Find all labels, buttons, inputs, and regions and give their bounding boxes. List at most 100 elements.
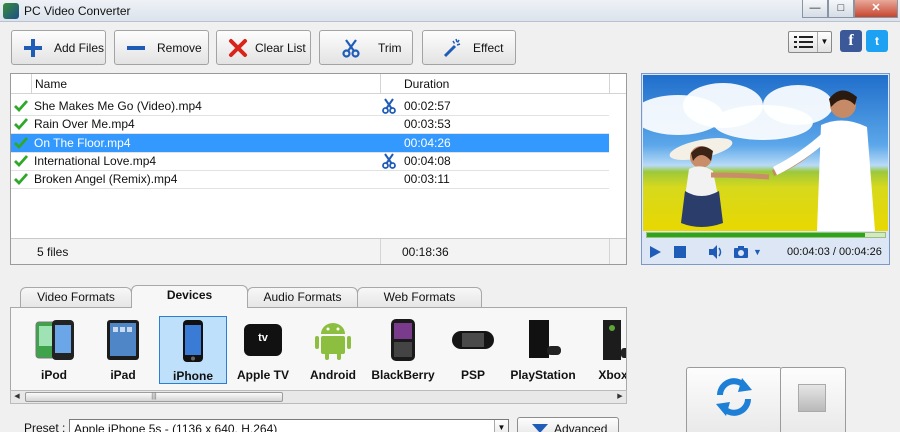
ipod-icon: [35, 320, 74, 360]
check-icon[interactable]: [13, 153, 29, 169]
column-divider[interactable]: [380, 74, 381, 94]
clear-list-button[interactable]: Clear List: [216, 30, 311, 65]
row-divider: [11, 188, 609, 189]
triangle-down-icon: [532, 424, 548, 432]
file-name: Rain Over Me.mp4: [34, 117, 135, 131]
file-list-header: Name Duration: [11, 74, 626, 94]
minus-icon: [125, 37, 147, 59]
volume-icon[interactable]: [708, 244, 724, 260]
file-count: 5 files: [37, 245, 69, 259]
blackberry-icon: [391, 319, 415, 361]
playback-time: 00:04:03 / 00:04:26: [787, 246, 882, 258]
snapshot-dropdown-icon[interactable]: ▼: [753, 247, 762, 257]
tab-video-formats[interactable]: Video Formats: [20, 287, 132, 307]
trim-button[interactable]: Trim: [319, 30, 413, 65]
close-button[interactable]: ✕: [854, 0, 898, 18]
add-files-button[interactable]: Add Files: [11, 30, 106, 65]
device-android[interactable]: Android: [299, 316, 367, 384]
file-duration: 00:04:26: [404, 136, 451, 150]
facebook-icon[interactable]: f: [840, 30, 862, 52]
tab-web-formats[interactable]: Web Formats: [357, 287, 482, 307]
file-list-footer: 5 files 00:18:36: [11, 238, 626, 264]
video-frame[interactable]: [643, 75, 888, 231]
device-apple-tv[interactable]: tv Apple TV: [229, 316, 297, 384]
advanced-label: Advanced: [554, 422, 608, 432]
device-label: Xbox: [598, 368, 627, 382]
file-list: Name Duration She Makes Me Go (Video).mp…: [10, 73, 627, 265]
scroll-left-icon[interactable]: ◀: [11, 391, 23, 403]
table-row[interactable]: On The Floor.mp4 00:04:26: [11, 134, 609, 152]
file-duration: 00:03:11: [404, 172, 450, 186]
device-ipod[interactable]: iPod: [20, 316, 88, 384]
list-view-icon: [794, 36, 813, 48]
table-row[interactable]: She Makes Me Go (Video).mp4 00:02:57: [11, 97, 609, 115]
footer-divider: [380, 239, 381, 264]
device-ipad[interactable]: iPad: [89, 316, 157, 384]
video-preview-panel: ▼ 00:04:03 / 00:04:26: [641, 73, 890, 265]
check-icon[interactable]: [13, 98, 29, 114]
convert-refresh-icon: [716, 378, 752, 416]
effect-button[interactable]: Effect: [422, 30, 516, 65]
scissors-icon: [340, 37, 362, 59]
file-name: Broken Angel (Remix).mp4: [34, 172, 178, 186]
device-label: Apple TV: [236, 368, 289, 382]
effect-label: Effect: [473, 40, 504, 55]
stop-conversion-button[interactable]: [780, 367, 846, 432]
chevron-down-icon: ▼: [817, 32, 831, 52]
device-psp[interactable]: PSP: [439, 316, 507, 384]
snapshot-camera-icon[interactable]: [733, 244, 749, 260]
file-duration: 00:02:57: [404, 99, 451, 113]
convert-button[interactable]: [686, 367, 782, 432]
device-iphone[interactable]: iPhone: [159, 316, 227, 384]
device-label: iPod: [41, 368, 67, 382]
device-label: iPad: [110, 368, 136, 382]
file-name: She Makes Me Go (Video).mp4: [34, 99, 202, 113]
table-row[interactable]: Rain Over Me.mp4 00:03:53: [11, 115, 609, 133]
stop-square-icon: [798, 384, 826, 412]
device-xbox[interactable]: Xbox: [579, 316, 626, 384]
plus-icon: [22, 37, 44, 59]
device-label: Android: [310, 368, 356, 382]
maximize-button[interactable]: □: [828, 0, 854, 18]
view-mode-button[interactable]: ▼: [788, 31, 832, 53]
preset-select[interactable]: Apple iPhone 5s - (1136 x 640, H.264) ▼: [69, 419, 509, 432]
add-files-label: Add Files: [54, 40, 105, 55]
device-playstation[interactable]: PlayStation: [509, 316, 577, 384]
xbox-icon: [603, 320, 626, 360]
twitter-icon[interactable]: t: [866, 30, 888, 52]
psp-icon: [452, 331, 494, 349]
stop-icon[interactable]: [672, 244, 688, 260]
playback-progress[interactable]: [646, 232, 886, 238]
tab-audio-formats[interactable]: Audio Formats: [247, 287, 358, 307]
column-header-duration[interactable]: Duration: [404, 77, 449, 91]
tab-devices[interactable]: Devices: [131, 285, 248, 308]
check-icon[interactable]: [13, 171, 29, 187]
remove-label: Remove: [157, 40, 202, 55]
file-name: International Love.mp4: [34, 154, 157, 168]
device-blackberry[interactable]: BlackBerry: [369, 316, 437, 384]
clear-list-label: Clear List: [255, 40, 306, 55]
minimize-button[interactable]: —: [802, 0, 828, 18]
title-bar: PC Video Converter — □ ✕: [0, 0, 900, 22]
device-label: PSP: [460, 368, 485, 382]
check-icon[interactable]: [13, 116, 29, 132]
devices-scrollbar[interactable]: ◀ ||| ▶: [10, 390, 627, 404]
column-divider[interactable]: [31, 74, 32, 94]
advanced-button[interactable]: Advanced: [517, 417, 619, 432]
scroll-right-icon[interactable]: ▶: [614, 391, 626, 403]
apple-tv-badge: tv: [258, 332, 268, 344]
table-row[interactable]: Broken Angel (Remix).mp4 00:03:11: [11, 170, 609, 188]
scrollbar-thumb[interactable]: |||: [25, 392, 283, 402]
remove-button[interactable]: Remove: [114, 30, 209, 65]
device-label: PlayStation: [510, 368, 576, 382]
column-divider[interactable]: [609, 74, 610, 94]
column-header-name[interactable]: Name: [35, 77, 67, 91]
table-row[interactable]: International Love.mp4 00:04:08: [11, 152, 609, 170]
app-logo-icon: [3, 3, 19, 19]
trimmed-scissors-icon: [382, 98, 396, 114]
play-icon[interactable]: [647, 244, 663, 260]
file-duration: 00:04:08: [404, 154, 451, 168]
device-label: iPhone: [172, 369, 213, 383]
iphone-icon: [183, 320, 203, 362]
check-icon[interactable]: [13, 135, 29, 151]
